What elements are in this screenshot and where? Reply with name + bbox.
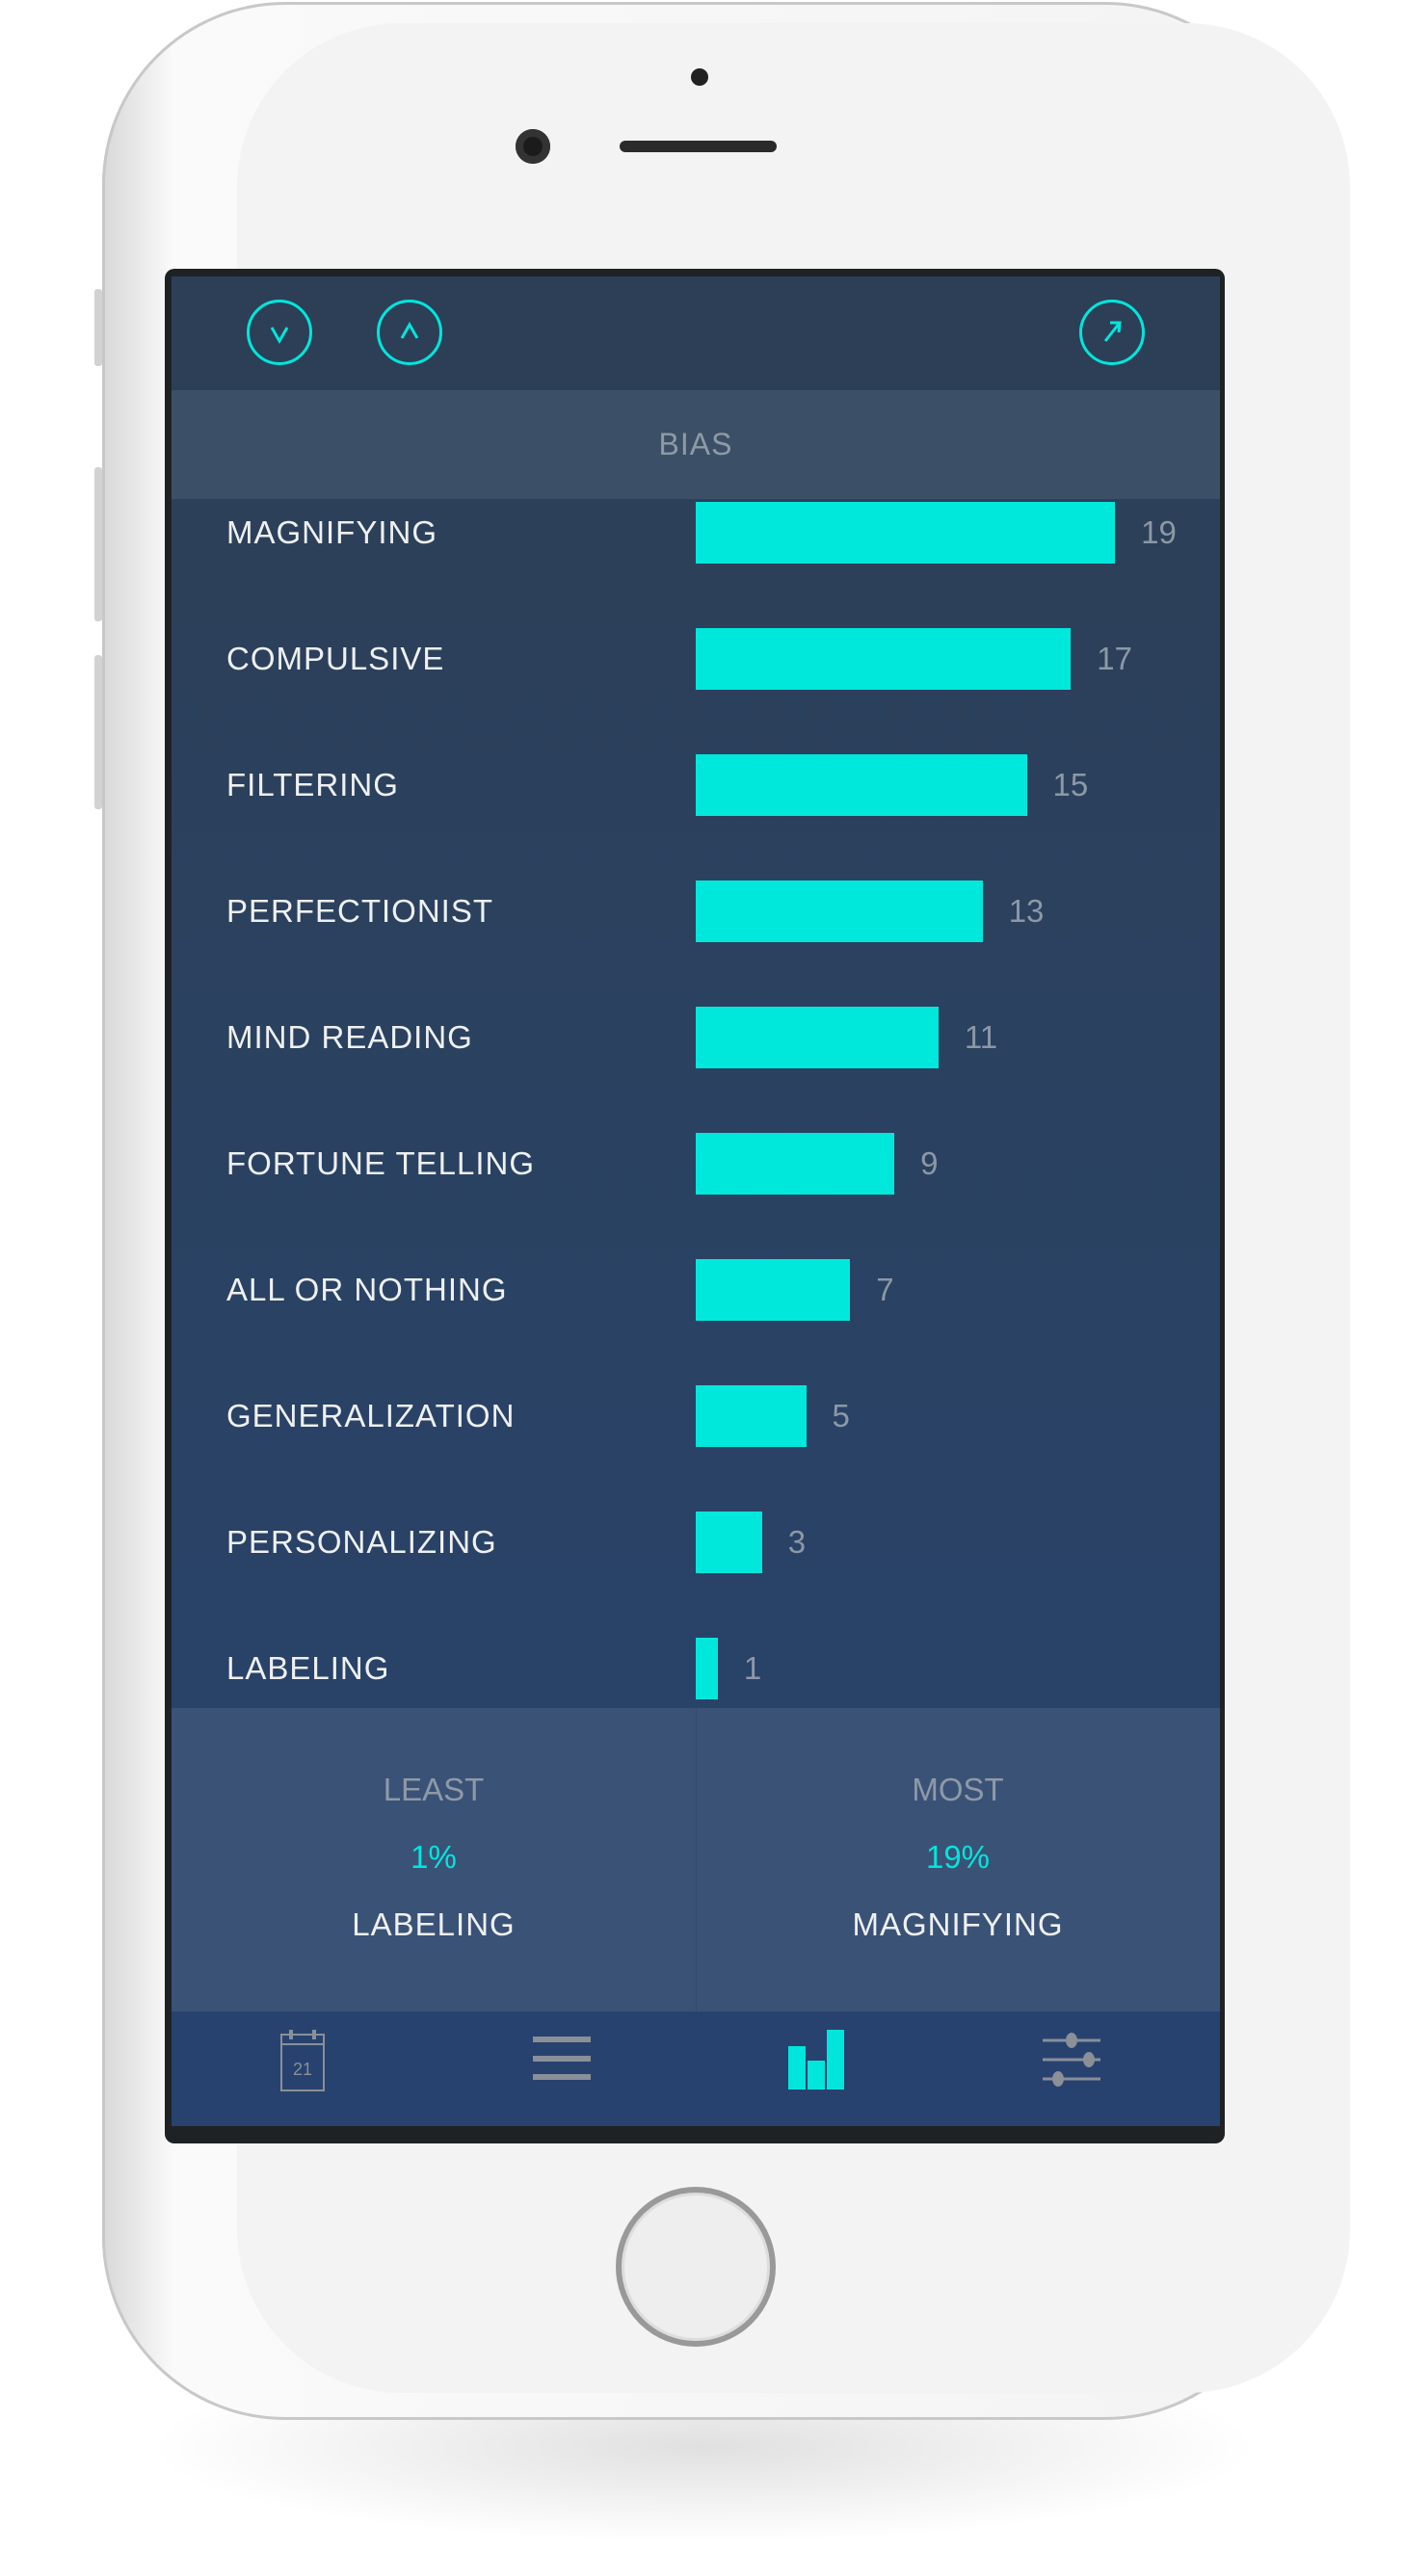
tab-bar: 21 bbox=[172, 2011, 1220, 2126]
bar-value-label: 19 bbox=[1141, 514, 1177, 550]
bar bbox=[696, 754, 1027, 816]
chart-row: COMPULSIVE 17 bbox=[172, 625, 1220, 693]
most-percent: 19% bbox=[925, 1839, 991, 1875]
section-title: BIAS bbox=[172, 390, 1220, 499]
bar-value-label: 17 bbox=[1097, 641, 1133, 676]
bar-value-label: 5 bbox=[832, 1398, 850, 1433]
bar-label: ALL OR NOTHING bbox=[226, 1272, 508, 1307]
bar-label: MAGNIFYING bbox=[226, 514, 438, 550]
app-screen: BIAS MAGNIFYING 19 COMPULSIVE 17 FILTERING 15… bbox=[172, 276, 1220, 2126]
bar-value-label: 1 bbox=[743, 1650, 762, 1686]
bar bbox=[696, 1007, 939, 1068]
bar bbox=[696, 1133, 895, 1195]
bar-value-label: 7 bbox=[876, 1272, 894, 1307]
bar bbox=[696, 1511, 762, 1573]
sensor bbox=[691, 68, 708, 86]
bar bbox=[696, 1638, 718, 1699]
chart-row: PERFECTIONIST 13 bbox=[172, 878, 1220, 945]
bar-label: GENERALIZATION bbox=[226, 1398, 516, 1433]
bar bbox=[696, 1259, 851, 1321]
bar-label: COMPULSIVE bbox=[226, 641, 445, 676]
chart-row: GENERALIZATION 5 bbox=[172, 1382, 1220, 1450]
header-bar bbox=[172, 276, 1220, 390]
bar-value-label: 13 bbox=[1008, 893, 1045, 929]
bar-value-label: 3 bbox=[787, 1524, 807, 1560]
stats-divider bbox=[696, 1708, 697, 2011]
list-icon[interactable] bbox=[523, 2027, 600, 2094]
bar-value-label: 9 bbox=[920, 1145, 939, 1181]
bar bbox=[696, 502, 1116, 564]
front-camera bbox=[516, 129, 550, 164]
home-button[interactable] bbox=[616, 2187, 776, 2347]
chart-row: FORTUNE TELLING 9 bbox=[172, 1130, 1220, 1197]
chevron-down-circle-icon[interactable] bbox=[247, 300, 312, 365]
chart-icon[interactable] bbox=[776, 2027, 853, 2094]
least-title: LEAST bbox=[383, 1772, 485, 1807]
calendar-day: 21 bbox=[293, 2060, 312, 2079]
chart-row: PERSONALIZING 3 bbox=[172, 1509, 1220, 1576]
bar-label: MIND READING bbox=[226, 1019, 473, 1055]
bar-label: LABELING bbox=[226, 1650, 390, 1686]
most-title: MOST bbox=[912, 1772, 1004, 1807]
bar-label: FORTUNE TELLING bbox=[226, 1145, 536, 1181]
bar-label: FILTERING bbox=[226, 767, 399, 802]
chart-row: FILTERING 15 bbox=[172, 751, 1220, 819]
mute-switch bbox=[94, 289, 102, 366]
bar bbox=[696, 628, 1072, 690]
volume-down-button bbox=[94, 655, 102, 809]
least-stat: LEAST 1% LABELING bbox=[172, 1708, 696, 2011]
chart-row: LABELING 1 bbox=[172, 1635, 1220, 1702]
bar bbox=[696, 1385, 807, 1447]
settings-sliders-icon[interactable] bbox=[1035, 2027, 1112, 2094]
chevron-up-circle-icon[interactable] bbox=[377, 300, 442, 365]
bar-value-label: 15 bbox=[1052, 767, 1089, 802]
most-stat: MOST 19% MAGNIFYING bbox=[696, 1708, 1220, 2011]
earpiece-speaker bbox=[620, 141, 777, 152]
least-name: LABELING bbox=[352, 1906, 516, 1942]
bar-label: PERFECTIONIST bbox=[226, 893, 494, 929]
bar bbox=[696, 881, 983, 942]
bar-value-label: 11 bbox=[964, 1019, 998, 1055]
most-name: MAGNIFYING bbox=[852, 1906, 1064, 1942]
bar-label: PERSONALIZING bbox=[226, 1524, 497, 1560]
chart-row: MIND READING 11 bbox=[172, 1004, 1220, 1071]
chart-row: MAGNIFYING 19 bbox=[172, 499, 1220, 566]
share-arrow-circle-icon[interactable] bbox=[1079, 300, 1145, 365]
calendar-icon[interactable]: 21 bbox=[264, 2027, 341, 2094]
least-percent: 1% bbox=[411, 1839, 457, 1875]
chart-row: ALL OR NOTHING 7 bbox=[172, 1256, 1220, 1324]
volume-up-button bbox=[94, 467, 102, 621]
